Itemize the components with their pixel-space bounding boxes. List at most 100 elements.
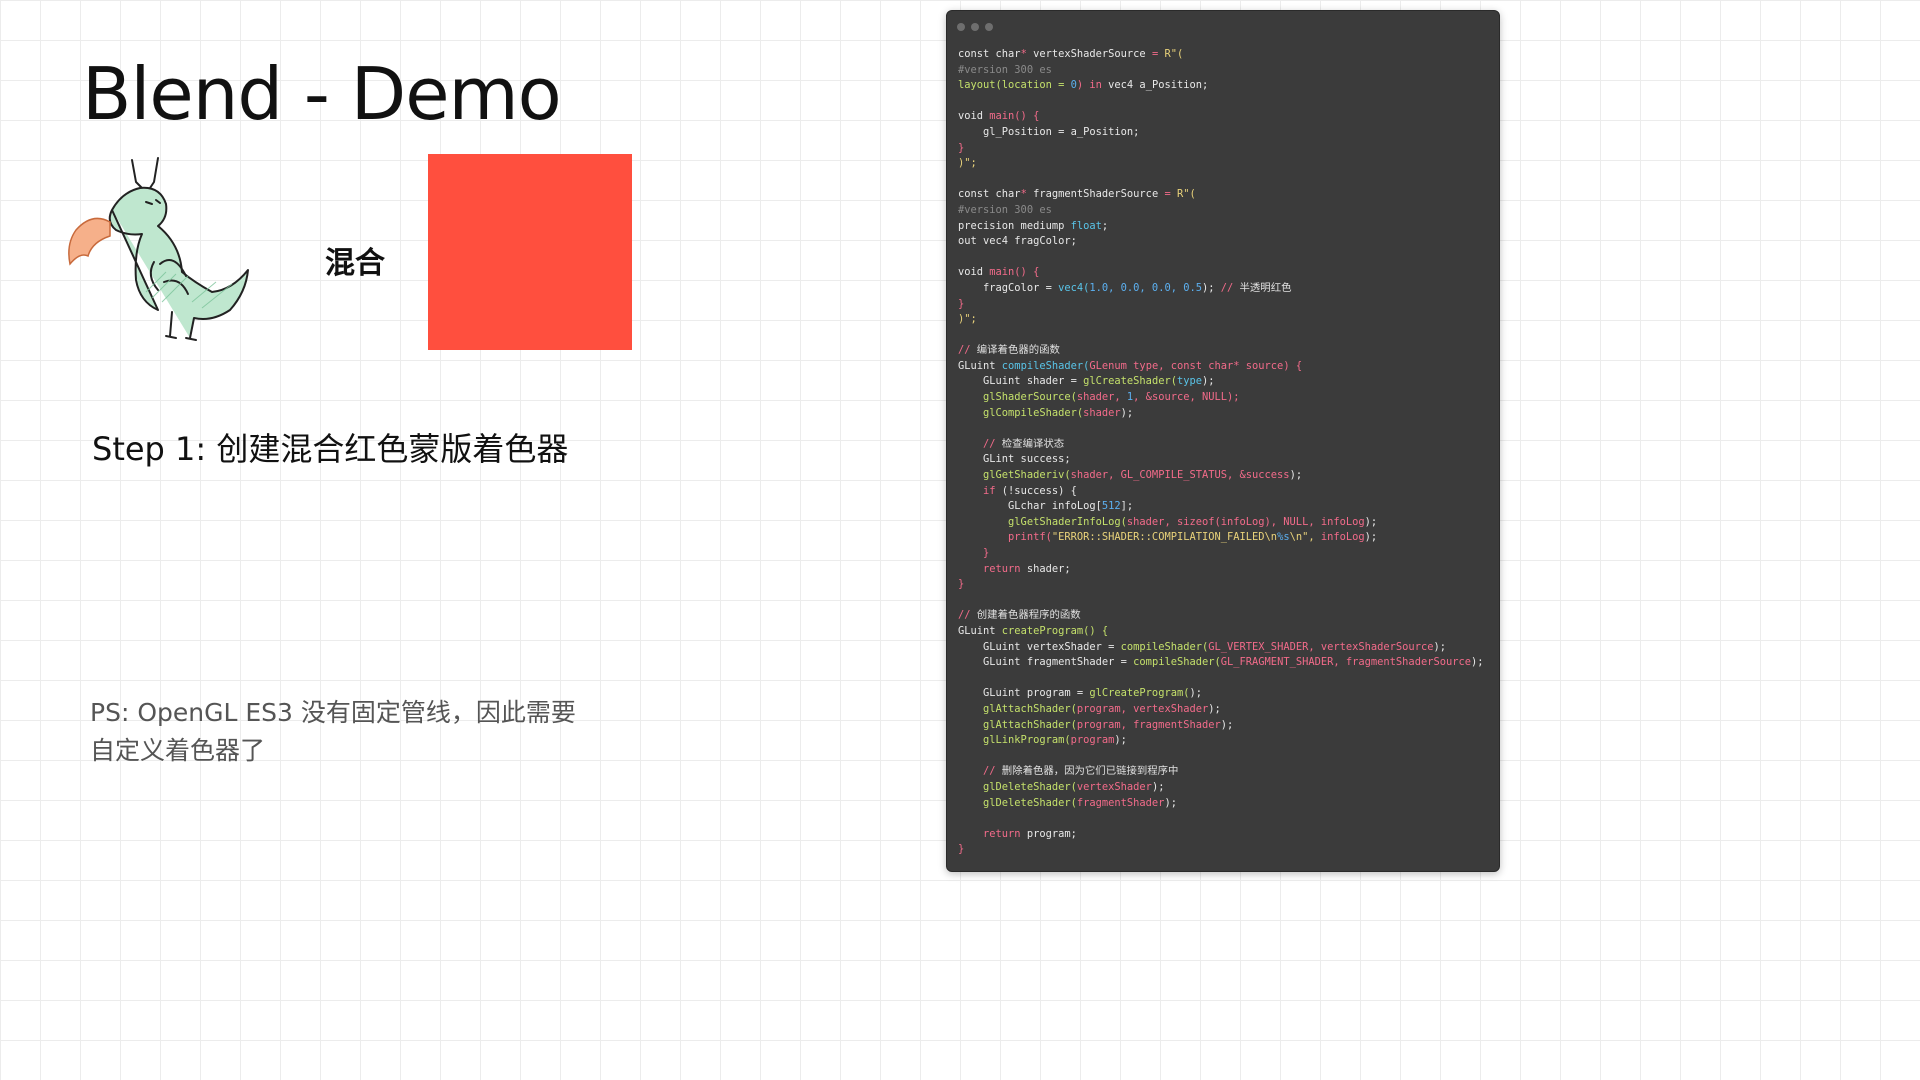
code-token: program: [1070, 734, 1115, 747]
code-token: layout(location =: [958, 79, 1071, 92]
code-token: shader: [1083, 406, 1121, 419]
code-token: );: [1114, 734, 1127, 747]
red-blend-square: [428, 154, 632, 350]
code-line: }: [958, 577, 1484, 593]
code-token: glCreateShader(: [1083, 375, 1177, 388]
code-token: //: [958, 344, 977, 357]
code-token: )";: [958, 157, 977, 170]
code-window: const char* vertexShaderSource = R"(#ver…: [946, 10, 1500, 872]
code-token: R"(: [1170, 188, 1196, 201]
code-token: vec4(: [1058, 281, 1090, 294]
slide-title: Blend - Demo: [82, 52, 562, 136]
code-token: precision mediump: [958, 219, 1071, 232]
code-line: glLinkProgram(program);: [958, 733, 1484, 749]
code-token: glDeleteShader(: [958, 780, 1077, 793]
code-token: //: [958, 437, 1002, 450]
code-token: compileShader(: [1001, 359, 1090, 372]
code-line: glAttachShader(program, fragmentShader);: [958, 718, 1484, 734]
code-line: }: [958, 842, 1484, 858]
code-token: vec4 a_Position;: [1108, 79, 1209, 92]
code-token: if: [958, 484, 1002, 497]
code-token: GLuint shader =: [958, 375, 1084, 388]
code-token: type: [1176, 375, 1202, 388]
code-token: %s: [1277, 531, 1290, 544]
ps-note-line-2: 自定义着色器了: [90, 736, 266, 765]
code-token: out vec4 fragColor;: [958, 235, 1077, 248]
code-token: printf(: [958, 531, 1052, 544]
code-token: fragmentShaderSource: [1026, 188, 1165, 201]
code-token: GL_VERTEX_SHADER, vertexShaderSource: [1208, 640, 1434, 653]
ps-note: PS: OpenGL ES3 没有固定管线，因此需要 自定义着色器了: [90, 694, 630, 770]
code-line: // 删除着色器，因为它们已链接到程序中: [958, 764, 1484, 780]
code-token: vertexShaderSource: [1026, 48, 1152, 60]
code-token: shader,: [1076, 391, 1127, 404]
code-token: );: [1220, 718, 1234, 731]
code-token: return: [958, 827, 1027, 840]
code-token: GLuint: [958, 624, 1002, 637]
code-line: }: [958, 141, 1484, 157]
code-token: ];: [1120, 500, 1134, 513]
code-token: glLinkProgram(: [958, 734, 1071, 747]
code-line: GLuint fragmentShader = compileShader(GL…: [958, 655, 1484, 671]
code-token: );: [1364, 515, 1378, 528]
code-line: // 创建着色器程序的函数: [958, 608, 1484, 624]
code-token: 512: [1101, 500, 1121, 513]
code-token: main() {: [989, 110, 1040, 123]
code-token: }: [958, 843, 965, 856]
window-controls: [957, 23, 993, 31]
step-description: Step 1: 创建混合红色蒙版着色器: [92, 430, 569, 468]
code-line: #version 300 es: [958, 203, 1484, 219]
minimize-dot-icon[interactable]: [971, 23, 979, 31]
close-dot-icon[interactable]: [957, 23, 965, 31]
code-token: program, fragmentShader: [1076, 718, 1221, 731]
code-token: );: [1151, 780, 1165, 793]
code-token: }: [958, 578, 965, 591]
code-line: GLuint shader = glCreateShader(type);: [958, 374, 1484, 390]
code-token: glShaderSource(: [958, 391, 1077, 404]
code-token: GLchar infoLog[: [958, 500, 1102, 513]
code-token: glGetShaderInfoLog(: [958, 515, 1127, 528]
code-token: main() {: [989, 266, 1040, 279]
code-token: 编译着色器的函数: [976, 344, 1060, 357]
code-line: glDeleteShader(vertexShader);: [958, 780, 1484, 796]
code-token: ;: [1101, 219, 1109, 232]
code-token: 删除着色器，因为它们已链接到程序中: [1001, 765, 1179, 778]
code-line: )";: [958, 156, 1484, 172]
code-token: );: [1202, 375, 1215, 388]
code-token: GLuint vertexShader =: [958, 640, 1121, 653]
code-line: glShaderSource(shader, 1, &source, NULL)…: [958, 390, 1484, 406]
code-token: fragmentShader: [1076, 796, 1165, 809]
code-token: createProgram() {: [1001, 624, 1109, 637]
code-line: }: [958, 546, 1484, 562]
code-token: );: [1189, 687, 1202, 700]
code-token: ) in: [1076, 79, 1109, 92]
code-token: glAttachShader(: [958, 718, 1077, 731]
code-token: GLint success;: [958, 453, 1071, 466]
code-line: GLuint program = glCreateProgram();: [958, 686, 1484, 702]
code-token: 半透明红色: [1239, 281, 1292, 294]
maximize-dot-icon[interactable]: [985, 23, 993, 31]
code-token: GLenum type, const char* source) {: [1089, 359, 1303, 372]
code-token: program, vertexShader: [1076, 702, 1209, 715]
code-line: void main() {: [958, 109, 1484, 125]
code-token: )";: [958, 313, 977, 326]
code-line: fragColor = vec4(1.0, 0.0, 0.0, 0.5); //…: [958, 281, 1484, 297]
code-token: );: [1289, 469, 1303, 482]
code-token: fragColor =: [958, 281, 1059, 294]
code-token: 1.0, 0.0, 0.0, 0.5: [1089, 281, 1202, 294]
code-token: void: [958, 266, 990, 279]
code-token: glCreateProgram(: [1089, 687, 1190, 700]
code-line: printf("ERROR::SHADER::COMPILATION_FAILE…: [958, 530, 1484, 546]
code-line: return shader;: [958, 562, 1484, 578]
code-token: );: [1201, 281, 1215, 294]
dragon-illustration: [68, 157, 249, 341]
code-token: }: [958, 141, 965, 154]
code-line: )";: [958, 312, 1484, 328]
